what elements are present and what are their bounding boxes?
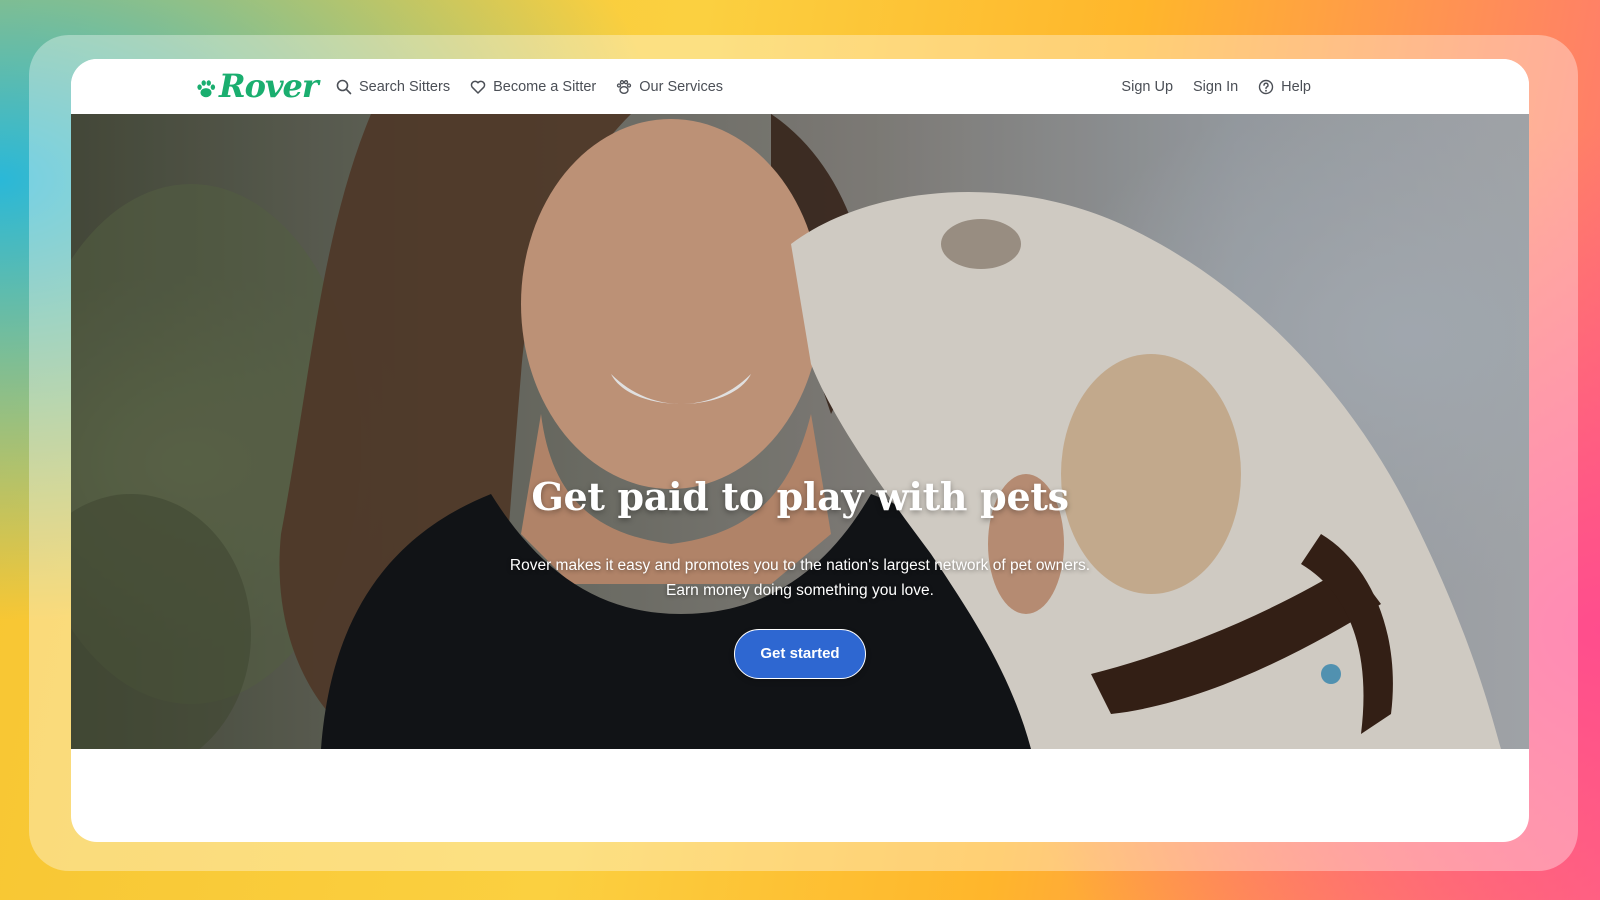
hero-subtitle-line-2: Earn money doing something you love. (666, 582, 934, 599)
search-icon (336, 79, 352, 94)
nav-our-services[interactable]: Our Services (616, 79, 723, 95)
sign-up-label: Sign Up (1121, 78, 1174, 95)
nav-search-sitters-label: Search Sitters (359, 78, 451, 95)
sign-in-label: Sign In (1193, 78, 1239, 95)
hero-title: Get paid to play with pets (531, 474, 1069, 519)
account-nav: Sign Up Sign In Help (1121, 59, 1311, 114)
browser-page: Rover Search Sitters Become a Sitter Our… (71, 59, 1529, 842)
help-link[interactable]: Help (1258, 79, 1311, 95)
sign-up-link[interactable]: Sign Up (1121, 79, 1173, 95)
nav-become-a-sitter-label: Become a Sitter (493, 78, 597, 95)
help-label: Help (1281, 78, 1311, 95)
nav-search-sitters[interactable]: Search Sitters (336, 79, 450, 95)
help-circle-icon (1258, 79, 1274, 94)
nav-become-a-sitter[interactable]: Become a Sitter (470, 79, 596, 95)
get-started-button[interactable]: Get started (734, 629, 866, 679)
sign-in-link[interactable]: Sign In (1193, 79, 1238, 95)
hero-subtitle-line-1: Rover makes it easy and promotes you to … (509, 557, 1091, 574)
top-navbar: Rover Search Sitters Become a Sitter Our… (71, 59, 1529, 114)
primary-nav: Search Sitters Become a Sitter Our Servi… (336, 59, 723, 114)
hero-section: Get paid to play with pets Rover makes i… (71, 114, 1529, 749)
rover-logo[interactable]: Rover (195, 67, 319, 105)
hero-subtitle: Rover makes it easy and promotes you to … (480, 553, 1120, 603)
paw-icon (197, 80, 216, 98)
heart-icon (470, 80, 486, 94)
hero-content: Get paid to play with pets Rover makes i… (71, 474, 1529, 679)
paw-services-icon (617, 79, 632, 94)
logo-text: Rover (219, 67, 319, 105)
nav-our-services-label: Our Services (639, 78, 724, 95)
